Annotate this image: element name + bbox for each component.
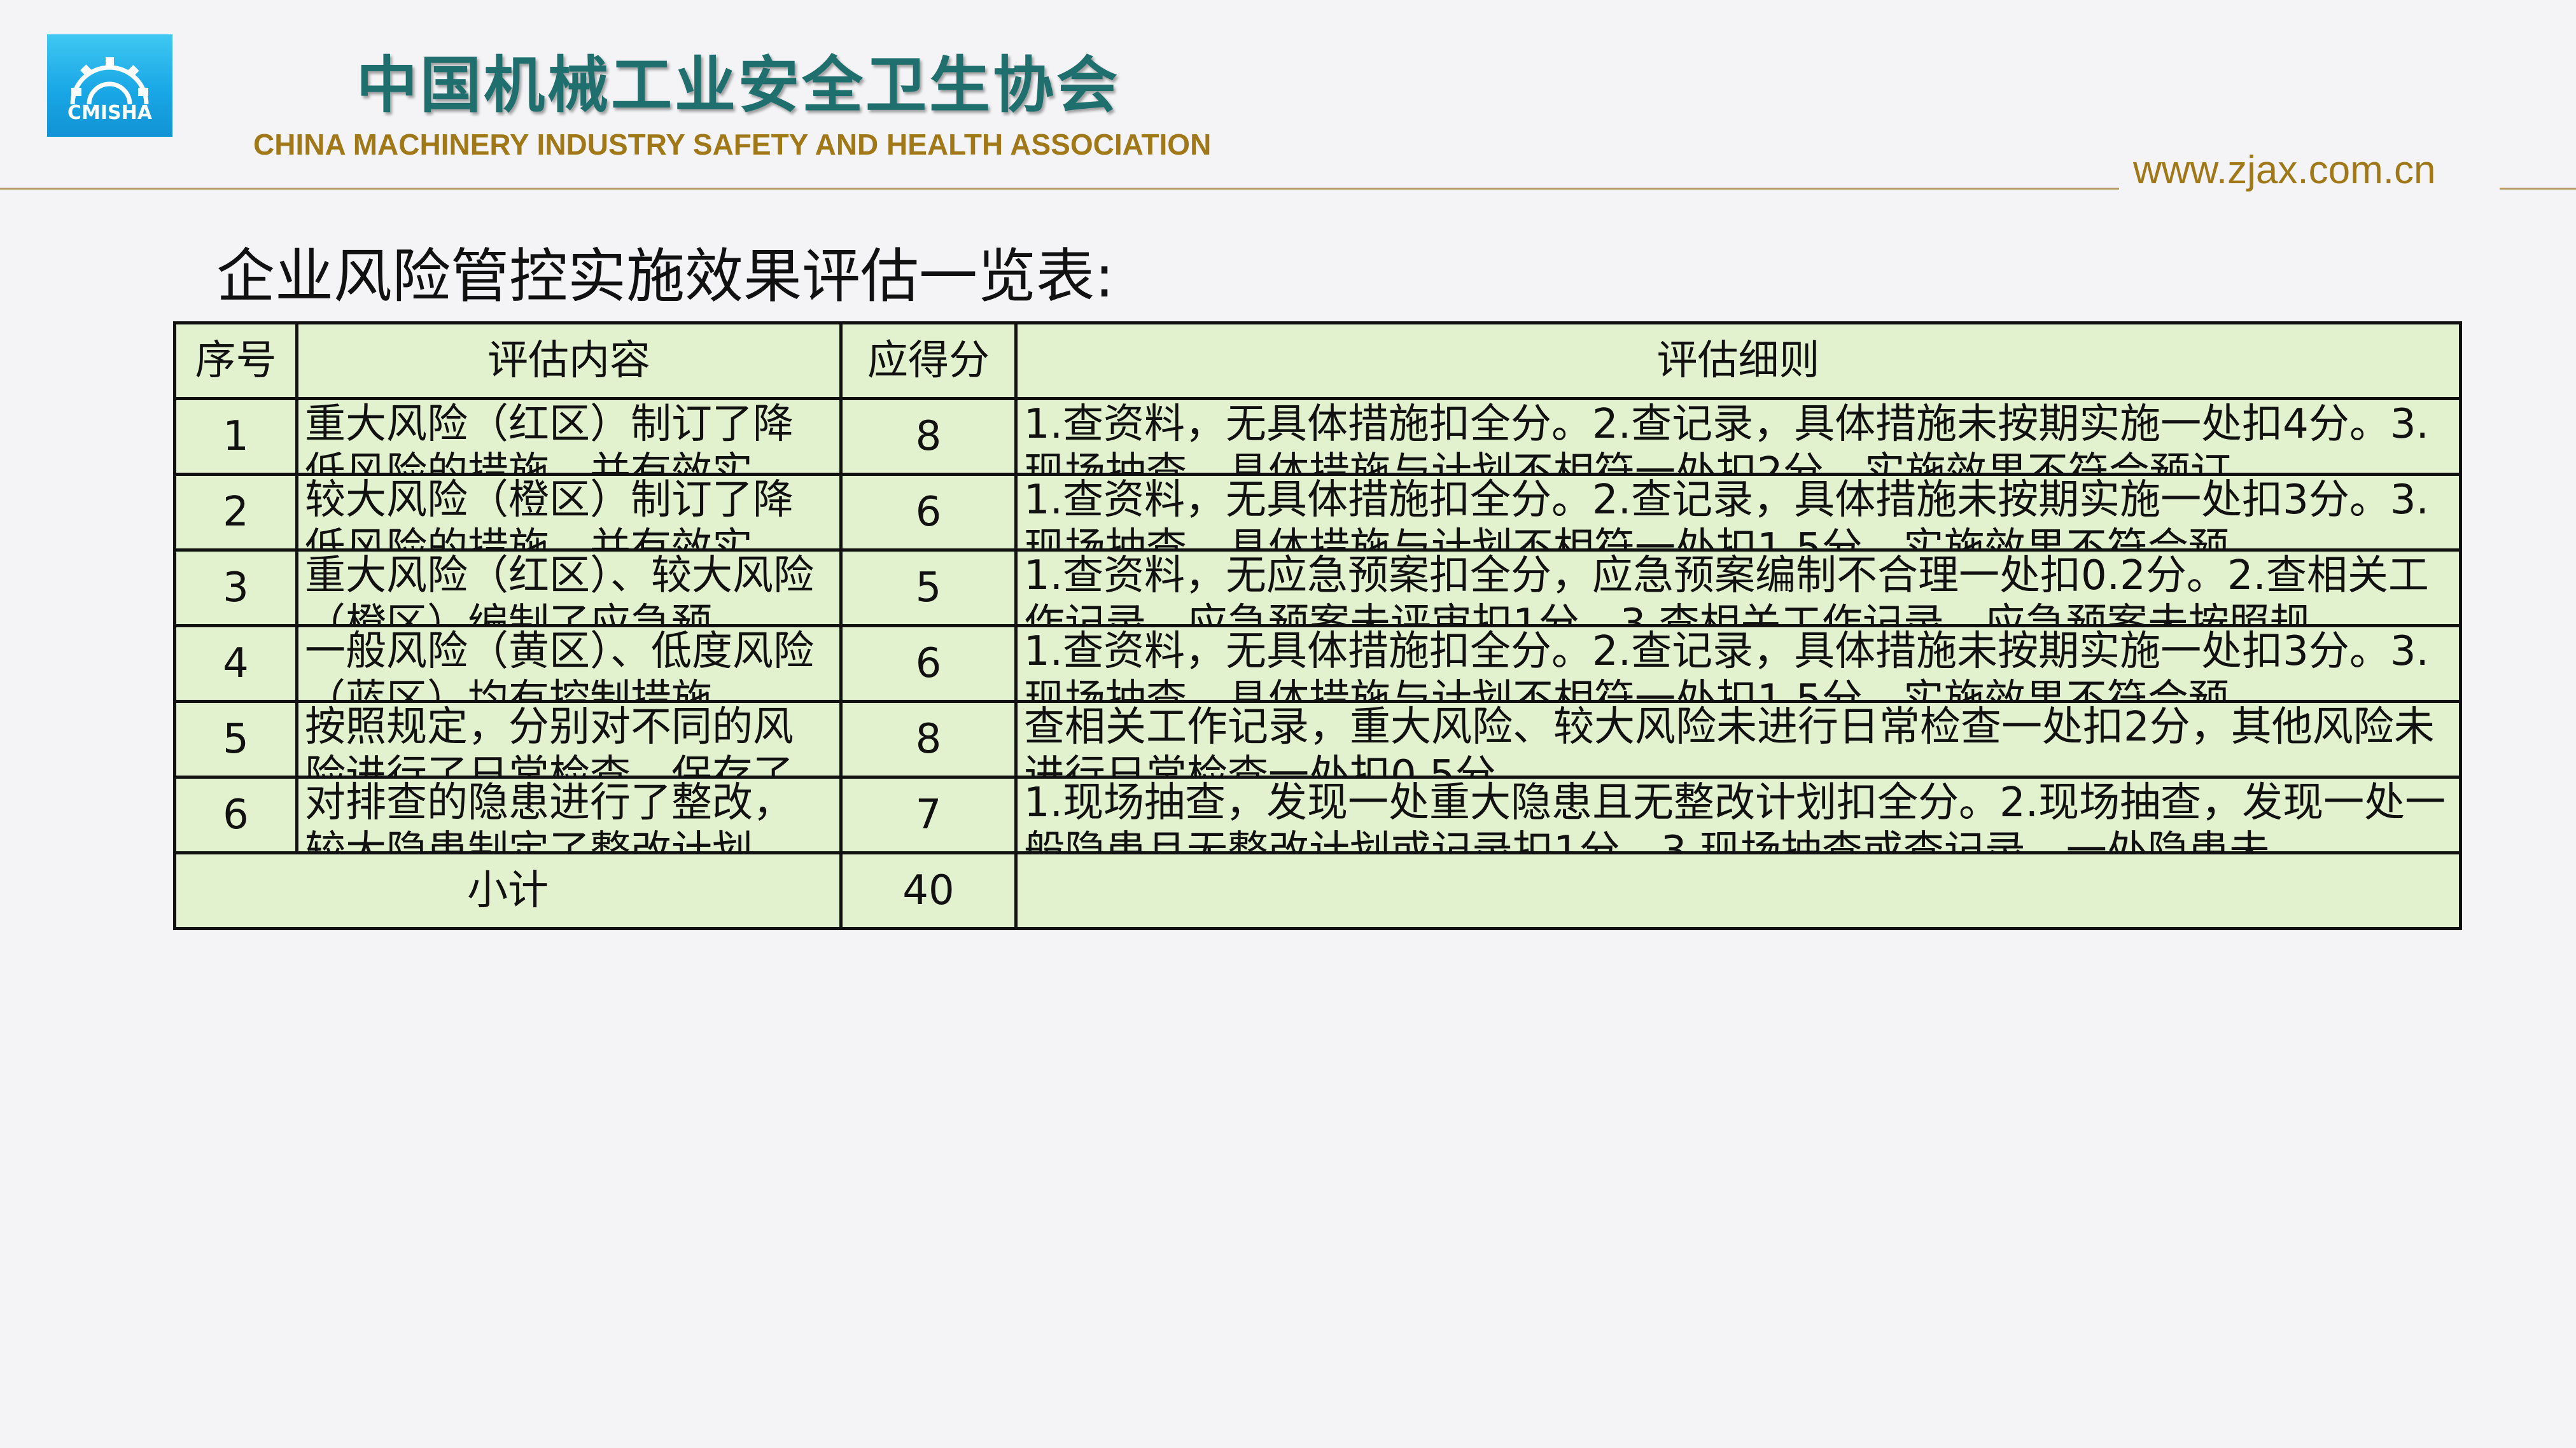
- logo-text: CMISHA: [67, 102, 152, 124]
- row-content: 按照规定，分别对不同的风险进行了日常检查，保存了: [305, 704, 794, 776]
- row-rule: 1.查资料，无具体措施扣全分。2.查记录，具体措施未按期实施一处扣3分。3.现场…: [1024, 628, 2429, 700]
- row-score: 6: [839, 624, 1018, 703]
- row-content-cell: 较大风险（橙区）制订了降低风险的措施，并有效实: [295, 473, 843, 552]
- header-divider-left: [0, 188, 2119, 190]
- row-content: 重大风险（红区）制订了降低风险的措施，并有效实: [305, 401, 794, 473]
- row-score: 7: [839, 776, 1018, 854]
- header-no: 序号: [173, 321, 298, 400]
- row-content-cell: 一般风险（黄区）、低度风险（蓝区）均有控制措施: [295, 624, 843, 703]
- cmisha-logo: CMISHA: [47, 34, 172, 137]
- row-content-cell: 对排查的隐患进行了整改，较大隐患制定了整改计划: [295, 776, 843, 854]
- row-rule-cell: 1.查资料，无应急预案扣全分，应急预案编制不合理一处扣0.2分。2.查相关工作记…: [1014, 548, 2462, 627]
- row-rule-cell: 1.查资料，无具体措施扣全分。2.查记录，具体措施未按期实施一处扣3分。3.现场…: [1014, 473, 2462, 552]
- row-content: 一般风险（黄区）、低度风险（蓝区）均有控制措施: [305, 628, 814, 700]
- row-no: 5: [173, 700, 298, 779]
- row-no: 6: [173, 776, 298, 854]
- website-link[interactable]: www.zjax.com.cn: [2133, 148, 2435, 193]
- row-rule-cell: 1.查资料，无具体措施扣全分。2.查记录，具体措施未按期实施一处扣3分。3.现场…: [1014, 624, 2462, 703]
- row-no: 2: [173, 473, 298, 552]
- row-rule: 1.现场抽查，发现一处重大隐患且无整改计划扣全分。2.现场抽查，发现一处一般隐患…: [1024, 779, 2446, 851]
- row-rule: 查相关工作记录，重大风险、较大风险未进行日常检查一处扣2分，其他风险未进行日常检…: [1024, 704, 2435, 776]
- row-rule-cell: 查相关工作记录，重大风险、较大风险未进行日常检查一处扣2分，其他风险未进行日常检…: [1014, 700, 2462, 779]
- org-name-en: CHINA MACHINERY INDUSTRY SAFETY AND HEAL…: [253, 128, 1212, 161]
- subtotal-score: 40: [839, 851, 1018, 930]
- row-score: 8: [839, 397, 1018, 476]
- row-no: 1: [173, 397, 298, 476]
- subtotal-label: 小计: [173, 851, 843, 930]
- row-rule: 1.查资料，无应急预案扣全分，应急预案编制不合理一处扣0.2分。2.查相关工作记…: [1024, 552, 2429, 624]
- header-rule: 评估细则: [1014, 321, 2462, 400]
- table-row: 4 一般风险（黄区）、低度风险（蓝区）均有控制措施 6 1.查资料，无具体措施扣…: [173, 624, 2462, 703]
- table-row: 1 重大风险（红区）制订了降低风险的措施，并有效实 8 1.查资料，无具体措施扣…: [173, 397, 2462, 476]
- row-content: 较大风险（橙区）制订了降低风险的措施，并有效实: [305, 477, 794, 548]
- row-rule-cell: 1.查资料，无具体措施扣全分。2.查记录，具体措施未按期实施一处扣4分。3.现场…: [1014, 397, 2462, 476]
- row-rule-cell: 1.现场抽查，发现一处重大隐患且无整改计划扣全分。2.现场抽查，发现一处一般隐患…: [1014, 776, 2462, 854]
- table-row: 5 按照规定，分别对不同的风险进行了日常检查，保存了 8 查相关工作记录，重大风…: [173, 700, 2462, 779]
- subtotal-row: 小计 40: [173, 851, 2462, 930]
- row-score: 5: [839, 548, 1018, 627]
- table-row: 3 重大风险（红区）、较大风险（橙区）编制了应急预 5 1.查资料，无应急预案扣…: [173, 548, 2462, 627]
- row-rule: 1.查资料，无具体措施扣全分。2.查记录，具体措施未按期实施一处扣4分。3.现场…: [1024, 401, 2429, 473]
- row-no: 4: [173, 624, 298, 703]
- header-divider-right: [2500, 188, 2576, 190]
- row-score: 8: [839, 700, 1018, 779]
- row-content-cell: 重大风险（红区）制订了降低风险的措施，并有效实: [295, 397, 843, 476]
- table-row: 2 较大风险（橙区）制订了降低风险的措施，并有效实 6 1.查资料，无具体措施扣…: [173, 473, 2462, 552]
- row-content-cell: 重大风险（红区）、较大风险（橙区）编制了应急预: [295, 548, 843, 627]
- row-rule: 1.查资料，无具体措施扣全分。2.查记录，具体措施未按期实施一处扣3分。3.现场…: [1024, 477, 2429, 548]
- evaluation-table: 序号 评估内容 应得分 评估细则 1 重大风险（红区）制订了降低风险的措施，并有…: [173, 321, 2462, 930]
- header-score: 应得分: [839, 321, 1018, 400]
- row-no: 3: [173, 548, 298, 627]
- row-content: 对排查的隐患进行了整改，较大隐患制定了整改计划: [305, 779, 794, 851]
- table-header-row: 序号 评估内容 应得分 评估细则: [173, 321, 2462, 400]
- org-name-cn: 中国机械工业安全卫生协会: [356, 50, 1120, 121]
- row-content-cell: 按照规定，分别对不同的风险进行了日常检查，保存了: [295, 700, 843, 779]
- page-title: 企业风险管控实施效果评估一览表:: [216, 242, 1114, 310]
- table-row: 6 对排查的隐患进行了整改，较大隐患制定了整改计划 7 1.现场抽查，发现一处重…: [173, 776, 2462, 854]
- header-content: 评估内容: [295, 321, 843, 400]
- subtotal-rule: [1014, 851, 2462, 930]
- row-score: 6: [839, 473, 1018, 552]
- row-content: 重大风险（红区）、较大风险（橙区）编制了应急预: [305, 552, 814, 624]
